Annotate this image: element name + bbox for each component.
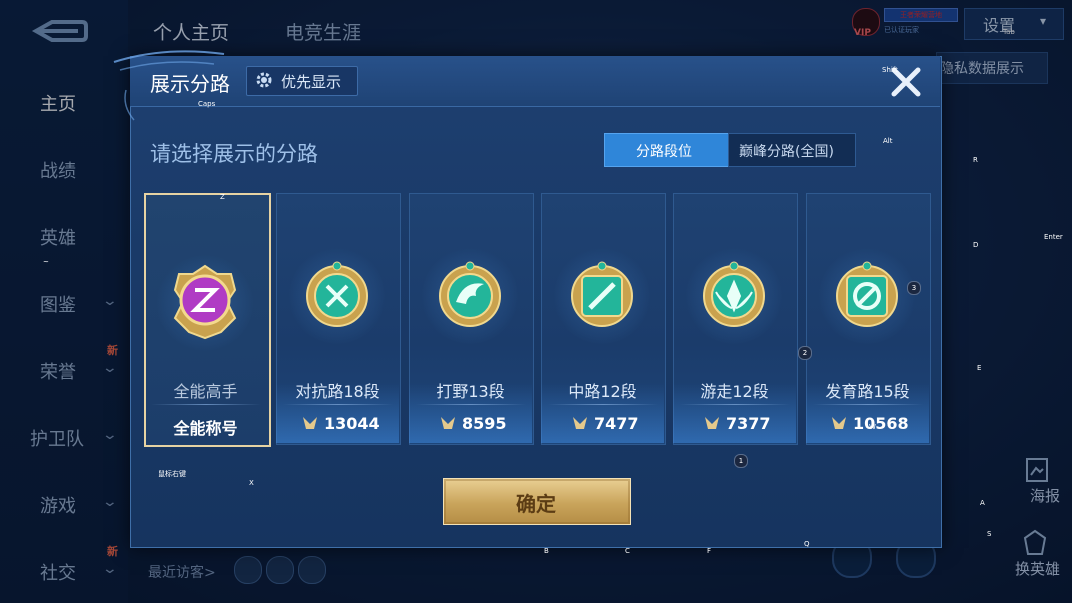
lane-score: 13044 — [324, 414, 380, 433]
key-hint-shift: Shift — [882, 66, 898, 74]
key-hint-3: 3 — [907, 281, 921, 295]
rank-points-icon — [705, 417, 719, 429]
confirm-label: 确定 — [516, 492, 556, 516]
divider — [416, 404, 526, 405]
roam-emblem-icon — [703, 261, 765, 327]
key-hint-alt: Alt — [883, 137, 893, 145]
jungle-emblem-icon — [439, 261, 501, 327]
lane-score: 7377 — [726, 414, 771, 433]
dialog-title: 展示分路 — [150, 72, 230, 96]
gear-icon — [256, 72, 272, 88]
rank-points-icon — [832, 417, 846, 429]
clash-lane-emblem-icon — [306, 261, 368, 327]
lane-score: 7477 — [594, 414, 639, 433]
rank-points-icon — [303, 417, 317, 429]
priority-display-label: 优先显示 — [281, 73, 342, 91]
divider — [548, 404, 658, 405]
key-hint-r: R — [973, 156, 978, 164]
key-hint-enter: Enter — [1044, 233, 1063, 241]
key-hint-s: S — [987, 530, 992, 538]
tab-lane-rank-label: 分路段位 — [636, 144, 692, 160]
key-hint-f: F — [707, 547, 712, 555]
key-hint-c: C — [625, 547, 630, 555]
dialog-subtitle: 请选择展示的分路 — [150, 142, 318, 166]
tab-peak-lane-label: 巅峰分路(全国) — [739, 144, 834, 160]
lane-title: 全能称号 — [173, 419, 238, 438]
lane-name: 发育路15段 — [825, 382, 910, 401]
key-hint-caps: Caps — [198, 100, 216, 108]
rank-points-icon — [573, 417, 587, 429]
key-hint-tilde: ~ — [43, 258, 49, 266]
all-round-emblem-icon — [173, 264, 237, 340]
key-hint-e: E — [977, 364, 982, 372]
lane-name: 打野13段 — [436, 382, 505, 401]
key-hint-w: W — [869, 423, 876, 431]
key-hint-d: D — [973, 241, 979, 249]
divider — [813, 404, 923, 405]
lane-name: 全能高手 — [173, 382, 238, 401]
rank-points-icon — [441, 417, 455, 429]
key-hint-2: 2 — [798, 346, 812, 360]
key-hint-x: X — [249, 479, 254, 487]
mid-lane-emblem-icon — [571, 261, 633, 327]
key-hint-mouse: 鼠标右键 — [158, 470, 186, 478]
key-hint-z: Z — [220, 193, 225, 201]
lane-name: 对抗路18段 — [295, 382, 380, 401]
divider — [680, 404, 790, 405]
key-hint-b: B — [544, 547, 549, 555]
divider — [283, 404, 393, 405]
lane-name: 游走12段 — [700, 382, 769, 401]
key-hint-1: 1 — [734, 454, 748, 468]
key-hint-a: A — [980, 499, 985, 507]
lane-score: 10568 — [853, 414, 909, 433]
lane-score: 8595 — [462, 414, 507, 433]
key-hint-q: Q — [804, 540, 810, 548]
farm-lane-emblem-icon — [836, 261, 898, 327]
lane-name: 中路12段 — [568, 382, 637, 401]
divider — [151, 404, 261, 405]
